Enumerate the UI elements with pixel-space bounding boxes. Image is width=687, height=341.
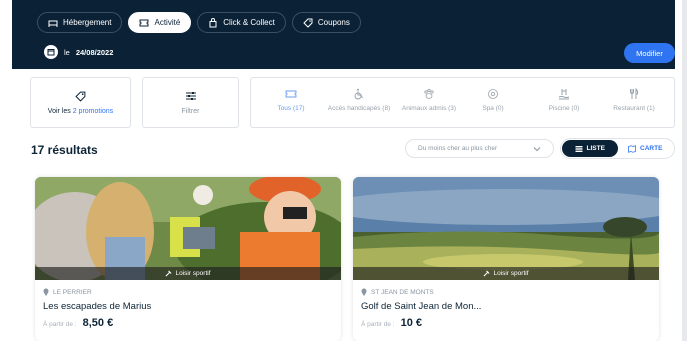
bed-icon [48, 20, 58, 27]
calendar-button[interactable] [44, 45, 58, 59]
list-view-button[interactable]: LISTE [562, 140, 618, 157]
card-title[interactable]: Golf de Saint Jean de Mon... [361, 301, 481, 312]
filter-label: Filtrer [181, 108, 200, 115]
page-edge [682, 0, 687, 341]
card-location: LE PERRIER [43, 288, 92, 296]
category-restaurant[interactable]: Restaurant (1) [606, 88, 662, 113]
category-tous[interactable]: Tous (17) [271, 88, 311, 113]
tab-hebergement[interactable]: Hébergement [37, 12, 123, 33]
category-acces-handicapes[interactable]: Accès handicapés (8) [324, 88, 394, 113]
card-tag: Loisir sportif [353, 267, 659, 280]
header-bar: Hébergement Activité Click & Collect Cou… [12, 0, 675, 69]
tag-icon [303, 18, 313, 28]
modifier-button[interactable]: Modifier [624, 43, 675, 63]
tab-label: Activité [154, 18, 181, 27]
promotions-box[interactable]: Voir les 2 promotions [30, 77, 131, 128]
sliders-icon [185, 92, 196, 100]
activity-card[interactable]: Loisir sportif LE PERRIER Les escapades … [35, 177, 341, 341]
bag-icon [209, 17, 217, 27]
card-price: À partir de : 10 € [361, 317, 423, 329]
tab-coupons[interactable]: Coupons [291, 12, 361, 33]
lotus-icon [488, 89, 498, 99]
category-spa[interactable]: Spa (0) [473, 88, 513, 113]
paw-icon [424, 88, 434, 99]
sport-icon [483, 270, 490, 277]
ticket-icon [285, 90, 297, 98]
category-filters: Tous (17) Accès handicapés (8) Animaux a… [250, 77, 675, 128]
sort-value: Du moins cher au plus cher [418, 145, 498, 152]
wheelchair-icon [354, 88, 363, 100]
filter-button[interactable]: Filtrer [142, 77, 239, 128]
date-value: 24/08/2022 [75, 47, 114, 57]
tab-label: Click & Collect [223, 18, 275, 27]
location-pin-icon [43, 288, 49, 296]
sport-icon [165, 270, 172, 277]
category-tabs: Hébergement Activité Click & Collect Cou… [37, 12, 361, 33]
date-prefix: le [64, 47, 70, 57]
view-toggle: LISTE CARTE [560, 138, 675, 159]
list-icon [575, 145, 583, 152]
pool-icon [558, 89, 570, 100]
activity-photo [353, 177, 659, 280]
calendar-icon [47, 49, 55, 56]
tab-label: Hébergement [63, 18, 112, 27]
location-pin-icon [361, 288, 367, 296]
card-title[interactable]: Les escapades de Marius [43, 301, 151, 312]
sort-select[interactable]: Du moins cher au plus cher [405, 139, 554, 158]
map-view-button[interactable]: CARTE [618, 140, 674, 157]
activity-card[interactable]: Loisir sportif ST JEAN DE MONTS Golf de … [353, 177, 659, 341]
card-tag: Loisir sportif [35, 267, 341, 280]
date-selector: le 24/08/2022 [44, 45, 113, 59]
kids-nature-photo [35, 177, 341, 280]
map-icon [628, 144, 636, 153]
card-location: ST JEAN DE MONTS [361, 288, 434, 296]
category-piscine[interactable]: Piscine (0) [543, 88, 585, 113]
category-animaux-admis[interactable]: Animaux admis (3) [396, 88, 462, 113]
tab-label: Coupons [317, 18, 350, 27]
ticket-icon [139, 19, 149, 26]
tag-icon [75, 91, 86, 102]
activity-photo [35, 177, 341, 280]
tab-click-collect[interactable]: Click & Collect [197, 12, 286, 33]
tab-activite[interactable]: Activité [128, 12, 192, 33]
results-count: 17 résultats [31, 143, 98, 157]
chevron-down-icon [533, 146, 541, 151]
golf-landscape-photo [353, 177, 659, 280]
card-price: À partir de : 8,50 € [43, 317, 114, 329]
promotions-link[interactable]: Voir les 2 promotions [48, 108, 113, 115]
cutlery-icon [630, 88, 639, 99]
